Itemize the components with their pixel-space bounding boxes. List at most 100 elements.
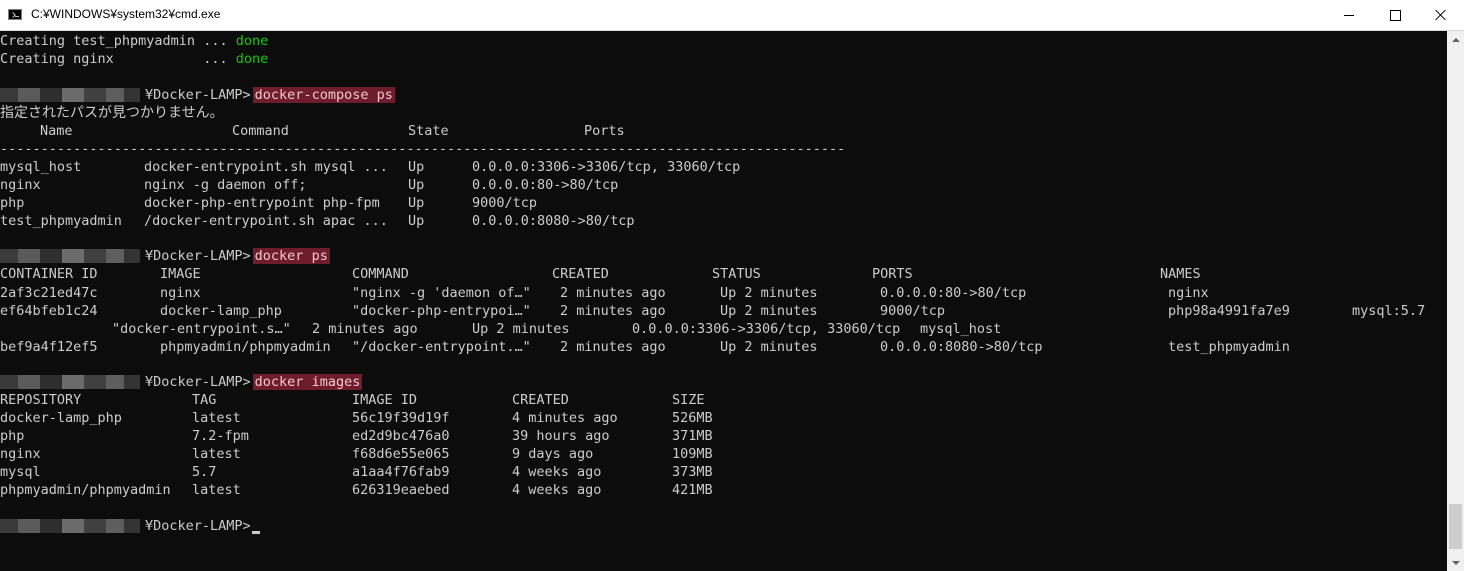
cell: 0.0.0.0:80->80/tcp <box>472 177 619 193</box>
cell: nginx <box>0 177 41 193</box>
done-status: done <box>235 51 269 67</box>
cell: 0.0.0.0:8080->80/tcp <box>880 339 1043 355</box>
cell: 9000/tcp <box>880 303 946 319</box>
prompt-line: ¥Docker-LAMP> docker-compose ps <box>0 86 395 104</box>
vertical-scrollbar[interactable] <box>1447 31 1464 571</box>
maximize-icon <box>1389 9 1401 21</box>
window-title: C:¥WINDOWS¥system32¥cmd.exe <box>31 7 221 21</box>
close-button[interactable] <box>1418 0 1464 30</box>
cell: 56c19f39d19f <box>352 410 450 426</box>
redacted-path <box>0 249 140 263</box>
cell: 2 minutes ago <box>312 321 418 337</box>
cell: mysql <box>0 464 41 480</box>
cell: phpmyadmin/phpmyadmin <box>0 482 171 498</box>
table-row: 2af3c21ed47c nginx "nginx -g 'daemon of…… <box>0 284 1440 302</box>
cell: 39 hours ago <box>512 428 610 444</box>
cell: docker-entrypoint.sh mysql ... <box>144 159 388 175</box>
col-header: STATUS <box>712 266 761 282</box>
cell: a1aa4f76fab9 <box>352 464 450 480</box>
cell: 2 minutes ago <box>560 303 666 319</box>
cell: 2af3c21ed47c <box>0 285 98 301</box>
cell: ef64bfeb1c24 <box>0 303 98 319</box>
col-header: COMMAND <box>352 266 409 282</box>
col-header: Ports <box>584 123 625 139</box>
command-text: docker ps <box>252 248 330 264</box>
minimize-button[interactable] <box>1326 0 1372 30</box>
cell: "docker-entrypoint.s…" <box>112 321 291 337</box>
cell: 9000/tcp <box>472 195 538 211</box>
table-row: phpmyadmin/phpmyadmin latest 626319eaebe… <box>0 481 1000 499</box>
scroll-down-button[interactable] <box>1447 554 1464 571</box>
table-row-wrap: "docker-entrypoint.s…" 2 minutes ago Up … <box>0 320 1440 338</box>
cell: php98a4991fa7e9 <box>1168 303 1290 319</box>
images-header-row: REPOSITORY TAG IMAGE ID CREATED SIZE <box>0 391 1000 409</box>
cell: nginx <box>1168 285 1209 301</box>
col-header: Command <box>232 123 289 139</box>
cell: Up 2 minutes <box>472 321 570 337</box>
table-row: nginx latest f68d6e55e065 9 days ago 109… <box>0 445 1000 463</box>
cmd-app-icon[interactable] <box>8 9 22 20</box>
cell: latest <box>192 410 241 426</box>
prompt: ¥Docker-LAMP> <box>145 374 251 390</box>
scroll-up-button[interactable] <box>1447 31 1464 48</box>
table-row: mysql 5.7 a1aa4f76fab9 4 weeks ago 373MB <box>0 463 1000 481</box>
col-header: REPOSITORY <box>0 392 82 408</box>
col-header: SIZE <box>672 392 705 408</box>
command-text: docker-compose ps <box>252 87 395 103</box>
table-row: bef9a4f12ef5 phpmyadmin/phpmyadmin "/doc… <box>0 338 1440 356</box>
cell: nginx <box>160 285 201 301</box>
cell: 421MB <box>672 482 713 498</box>
cell: 0.0.0.0:80->80/tcp <box>880 285 1027 301</box>
cell: "/docker-entrypoint.…" <box>352 339 531 355</box>
cell: docker-lamp_php <box>0 410 122 426</box>
cell: Up 2 minutes <box>720 339 818 355</box>
separator-line: ----------------------------------------… <box>0 141 846 157</box>
cell: nginx <box>0 446 41 462</box>
scrollbar-thumb[interactable] <box>1449 504 1462 549</box>
cell: Up <box>408 213 425 229</box>
table-row: test_phpmyadmin /docker-entrypoint.sh ap… <box>0 212 1440 230</box>
cell: mysql_host <box>920 321 1002 337</box>
cell: 9 days ago <box>512 446 594 462</box>
cell: nginx -g daemon off; <box>144 177 307 193</box>
col-header: CONTAINER ID <box>0 266 98 282</box>
col-header: CREATED <box>552 266 609 282</box>
prompt: ¥Docker-LAMP> <box>145 87 251 103</box>
arrow-down-icon <box>1451 560 1460 565</box>
prompt-line: ¥Docker-LAMP> <box>0 517 260 535</box>
prompt: ¥Docker-LAMP> <box>145 248 251 264</box>
table-row: mysql_host docker-entrypoint.sh mysql ..… <box>0 158 1440 176</box>
output-line: Creating nginx ... done <box>0 50 268 68</box>
table-row: nginx nginx -g daemon off; Up 0.0.0.0:80… <box>0 176 1440 194</box>
arrow-up-icon <box>1451 37 1460 42</box>
col-header: PORTS <box>872 266 913 282</box>
console-output[interactable]: Creating test_phpmyadmin ... done Creati… <box>0 31 1447 571</box>
cell: 4 minutes ago <box>512 410 618 426</box>
col-header: State <box>408 123 449 139</box>
redacted-path <box>0 519 140 533</box>
maximize-button[interactable] <box>1372 0 1418 30</box>
cell: docker-php-entrypoint php-fpm <box>144 195 380 211</box>
prompt-line: ¥Docker-LAMP> docker images <box>0 373 363 391</box>
cell: bef9a4f12ef5 <box>0 339 98 355</box>
creating-text: Creating test_phpmyadmin ... <box>0 33 236 49</box>
prompt: ¥Docker-LAMP> <box>145 518 251 534</box>
text-cursor[interactable] <box>251 531 260 534</box>
title-bar[interactable]: C:¥WINDOWS¥system32¥cmd.exe <box>0 0 1464 31</box>
cell: "nginx -g 'daemon of…" <box>352 285 531 301</box>
error-message: 指定されたパスが見つかりません。 <box>0 105 224 121</box>
cell: 371MB <box>672 428 713 444</box>
table-row: docker-lamp_php latest 56c19f39d19f 4 mi… <box>0 409 1000 427</box>
minimize-icon <box>1344 14 1354 16</box>
cell: 2 minutes ago <box>560 339 666 355</box>
cell: docker-lamp_php <box>160 303 282 319</box>
creating-text: Creating nginx ... <box>0 51 236 67</box>
cell: Up <box>408 159 425 175</box>
cell: 7.2-fpm <box>192 428 249 444</box>
done-status: done <box>235 33 269 49</box>
cell: 5.7 <box>192 464 217 480</box>
cell: phpmyadmin/phpmyadmin <box>160 339 331 355</box>
col-header: NAMES <box>1160 266 1201 282</box>
cell: php <box>0 428 25 444</box>
ps-header-row: CONTAINER ID IMAGE COMMAND CREATED STATU… <box>0 265 1440 283</box>
